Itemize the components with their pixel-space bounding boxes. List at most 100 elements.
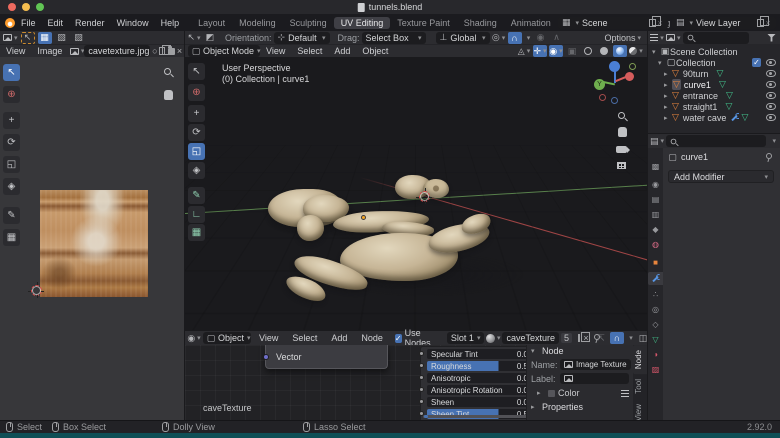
vp-tool-scale[interactable]: ◱ — [188, 143, 205, 160]
close-window-button[interactable] — [8, 3, 16, 11]
uv-tool-select[interactable]: ↖ — [3, 64, 20, 81]
outliner-row-scene-collection[interactable]: ▾▣ Scene Collection — [648, 46, 780, 57]
uv-pivot-icon[interactable]: ▦ — [38, 32, 52, 44]
drag-dropdown[interactable]: Select Box▾ — [362, 32, 426, 44]
viewport-canvas[interactable]: User Perspective (0) Collection | curve1… — [185, 57, 647, 330]
outliner-row-90turn[interactable]: ▸▽ 90turn ▽ — [648, 68, 780, 79]
viewport-menu-add[interactable]: Add — [328, 46, 356, 56]
fake-user-icon[interactable]: ○ — [150, 45, 159, 57]
uv-tool-cursor[interactable]: ⊕ — [3, 86, 20, 103]
vp-tool-transform[interactable]: ◈ — [188, 162, 205, 179]
menu-edit[interactable]: Edit — [42, 18, 70, 28]
slot-dropdown[interactable]: Slot 1▾ — [447, 332, 485, 344]
uv-tool-grab[interactable]: ▦ — [3, 229, 20, 246]
sidebar-tab-view[interactable]: View — [633, 399, 647, 420]
minimize-window-button[interactable] — [22, 3, 30, 11]
properties-tab-tool[interactable]: ▩ — [648, 160, 663, 173]
shader-menu-node[interactable]: Node — [355, 333, 389, 343]
properties-tab-particles[interactable]: ∴ — [648, 288, 663, 301]
uv-menu-image[interactable]: Image — [31, 46, 68, 56]
uv-tool-annotate[interactable]: ✎ — [3, 207, 20, 224]
browse-image-icon[interactable]: ▾ — [70, 45, 84, 57]
uv-tool-move[interactable]: + — [3, 112, 20, 129]
editor-type-properties-icon[interactable]: ▤▾ — [650, 135, 664, 147]
outliner-display-mode-icon[interactable]: ▾ — [650, 32, 664, 44]
image-name-field[interactable]: cavetexture.jpg — [84, 45, 150, 57]
shading-rendered-icon[interactable]: ▾ — [629, 45, 643, 57]
shader-menu-select[interactable]: Select — [286, 333, 323, 343]
uv-pan-icon[interactable] — [164, 90, 173, 102]
vp-tool-annotate[interactable]: ✎ — [188, 187, 205, 204]
editor-type-shader-icon[interactable]: ◉▾ — [187, 332, 201, 344]
snap-settings-icon[interactable]: ▾ — [524, 32, 532, 44]
uv-tool-scale[interactable]: ◱ — [3, 156, 20, 173]
view-layer-selector[interactable]: ▤▾ View Layer × — [672, 17, 776, 29]
orientation-dropdown[interactable]: ⊹Default▾ — [274, 32, 330, 44]
object-visibility-icon[interactable] — [766, 114, 776, 121]
uv-tool-transform[interactable]: ◈ — [3, 178, 20, 195]
xray-toggle-icon[interactable]: ▣ — [565, 45, 579, 57]
shader-type-dropdown[interactable]: ▢Object▾ — [203, 332, 251, 344]
tab-animation[interactable]: Animation — [504, 17, 558, 29]
node-image-texture-body[interactable]: Vector — [265, 345, 388, 369]
new-image-icon[interactable] — [159, 47, 165, 55]
menu-render[interactable]: Render — [69, 18, 111, 28]
shader-canvas[interactable]: Vector Specular Tint0.0 Roughness0.5 Ani… — [185, 345, 647, 420]
outliner-row-entrance[interactable]: ▸▽ entrance ▽ — [648, 90, 780, 101]
browse-material-icon[interactable]: ▾ — [486, 332, 500, 344]
bsdf-sheen-slider[interactable]: Sheen0.0 — [427, 397, 532, 407]
editor-type-image-icon[interactable]: ▾ — [3, 32, 18, 44]
vp-tool-measure[interactable]: ∟ — [188, 206, 205, 223]
vp-tool-select-box[interactable]: ↖ — [188, 63, 205, 80]
mode-dropdown[interactable]: ▢Object Mode▾ — [188, 45, 260, 57]
sidebar-tab-node[interactable]: Node — [633, 345, 647, 374]
new-view-layer-icon[interactable] — [757, 19, 764, 27]
outliner-row-straight1[interactable]: ▸▽ straight1 ▽ — [648, 101, 780, 112]
outliner-row-water-cave[interactable]: ▸▽ water cave ▽ — [648, 112, 780, 123]
vp-tool-cursor[interactable]: ⊕ — [188, 84, 205, 101]
unlink-image-icon[interactable]: × — [175, 45, 184, 57]
properties-tab-material[interactable]: ◑ — [648, 348, 663, 361]
uv-canvas[interactable]: ↖ ⊕ + ⟳ ◱ ◈ ✎ ▦ — [0, 57, 184, 420]
shading-material-icon[interactable] — [613, 45, 627, 57]
outliner-row-curve1[interactable]: ▸▽ curve1 ▽ — [648, 79, 780, 90]
uv-sticky-icon[interactable]: ▧ — [55, 32, 69, 44]
vector-socket[interactable] — [263, 354, 269, 360]
outliner-filter-type-icon[interactable]: ▾ — [666, 32, 681, 44]
properties-tab-render[interactable]: ◉ — [648, 178, 663, 191]
snap-magnet-icon[interactable]: ∩ — [508, 32, 522, 44]
viewport-menu-object[interactable]: Object — [356, 46, 394, 56]
outliner-search-field[interactable] — [683, 32, 749, 44]
properties-tab-constraints[interactable]: ◇ — [648, 318, 663, 331]
shader-menu-view[interactable]: View — [253, 333, 284, 343]
texture-image[interactable] — [40, 190, 148, 297]
object-visibility-icon[interactable] — [766, 81, 776, 88]
shader-hscrollbar[interactable] — [423, 415, 530, 418]
tab-modeling[interactable]: Modeling — [232, 17, 283, 29]
tab-shading[interactable]: Shading — [457, 17, 504, 29]
properties-tab-modifiers[interactable] — [648, 272, 663, 285]
properties-section-header[interactable]: ▸Properties — [527, 398, 633, 412]
copy-material-icon[interactable] — [578, 334, 580, 342]
viewport-menu-view[interactable]: View — [260, 46, 291, 56]
blender-icon[interactable] — [5, 18, 15, 28]
sidebar-tab-tool[interactable]: Tool — [633, 374, 647, 399]
new-scene-icon[interactable] — [649, 19, 656, 27]
properties-tab-texture[interactable]: ▨ — [648, 363, 663, 376]
active-tool-cursor-icon[interactable]: ↖ — [21, 32, 35, 44]
open-image-icon[interactable] — [168, 48, 175, 55]
color-section-header[interactable]: ▸Color — [527, 385, 633, 398]
material-users-count[interactable]: 5 — [561, 333, 572, 343]
properties-search-field[interactable] — [666, 135, 766, 147]
shader-snap-settings-icon[interactable]: ▾ — [626, 332, 634, 344]
shading-solid-icon[interactable] — [597, 45, 611, 57]
outliner-filter-icon[interactable] — [767, 34, 776, 42]
properties-tab-world[interactable]: ◍ — [648, 238, 663, 251]
shading-wireframe-icon[interactable] — [581, 45, 595, 57]
menu-window[interactable]: Window — [111, 18, 155, 28]
collection-checkbox[interactable]: ✓ — [752, 58, 761, 67]
vp-perspective-toggle-icon[interactable] — [617, 161, 626, 171]
scene-selector[interactable]: ▦▾ Scene × — [558, 17, 668, 29]
viewport-menu-select[interactable]: Select — [291, 46, 328, 56]
viewport-3d-cursor[interactable] — [419, 191, 430, 202]
